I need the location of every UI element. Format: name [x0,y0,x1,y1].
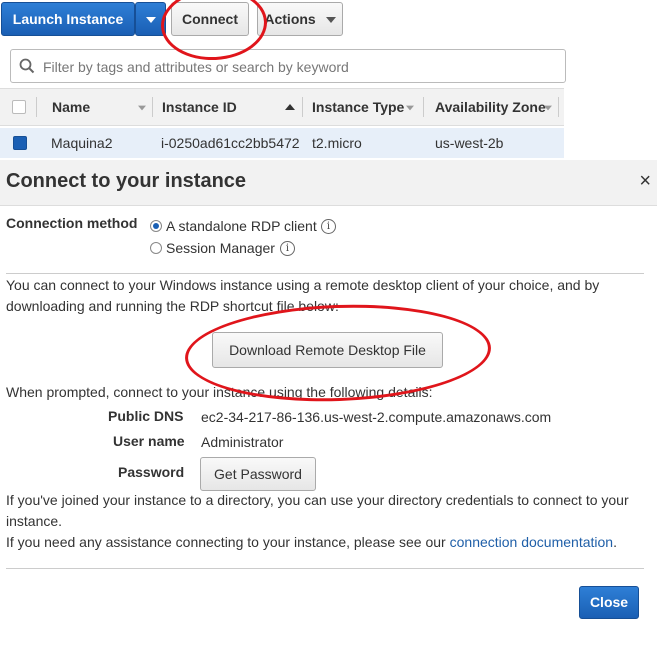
sort-icon[interactable] [544,105,552,111]
column-header-instance-id-label: Instance ID [162,99,237,115]
search-icon [19,58,35,74]
search-box[interactable] [10,49,566,83]
row-checkbox[interactable] [13,136,27,150]
column-header-availability-zone[interactable]: Availability Zone [435,89,546,125]
public-dns-value: ec2-34-217-86-136.us-west-2.compute.amaz… [201,409,552,425]
column-header-name[interactable]: Name [52,89,90,125]
chevron-down-icon [325,17,336,24]
sort-icon[interactable] [406,105,414,111]
info-icon[interactable]: i [321,219,336,234]
launch-instance-button[interactable]: Launch Instance [1,2,135,36]
cell-availability-zone: us-west-2b [435,135,504,151]
column-header-instance-type[interactable]: Instance Type [312,89,404,125]
column-divider [423,97,424,117]
column-divider [152,97,153,117]
close-button-label: Close [589,594,629,610]
sort-ascending-icon[interactable] [285,104,295,110]
column-header-availability-zone-label: Availability Zone [435,99,546,115]
modal-header: Connect to your instance × [0,160,657,206]
column-divider [36,97,37,117]
column-header-instance-id[interactable]: Instance ID [162,89,237,125]
close-button[interactable]: Close [579,586,639,619]
radio-session-manager[interactable] [150,242,162,254]
modal-title: Connect to your instance [6,170,247,192]
directory-text: If you've joined your instance to a dire… [6,492,629,529]
user-name-value: Administrator [201,434,284,450]
radio-rdp-client-label[interactable]: A standalone RDP client [166,216,317,237]
assist-text-end: . [613,534,617,550]
connection-documentation-link[interactable]: connection documentation [450,534,613,550]
launch-instance-label: Launch Instance [12,11,124,27]
info-icon[interactable]: i [280,241,295,256]
public-dns-label: Public DNS [108,408,184,424]
user-name-label: User name [113,433,185,449]
connect-modal: Connect to your instance × Connection me… [0,160,657,665]
actions-button[interactable]: Actions [257,2,343,36]
column-header-instance-type-label: Instance Type [312,99,405,115]
cell-instance-type: t2.micro [312,135,362,151]
chevron-down-icon [145,17,156,24]
divider [6,568,644,569]
assist-text: If you need any assistance connecting to… [6,534,446,550]
search-input[interactable] [41,56,565,78]
table-row[interactable]: Maquina2 i-0250ad61cc2bb5472 t2.micro us… [0,128,564,158]
select-all-checkbox[interactable] [12,100,26,114]
table-header: Name Instance ID Instance Type Availabil… [0,88,564,126]
cell-instance-id: i-0250ad61cc2bb5472 [161,135,300,151]
column-divider [302,97,303,117]
get-password-button[interactable]: Get Password [200,457,316,491]
top-toolbar: Launch Instance Connect Actions [0,0,657,40]
cell-name: Maquina2 [51,135,113,151]
get-password-label: Get Password [214,466,302,482]
divider [6,273,644,274]
close-icon[interactable]: × [639,170,651,193]
password-label: Password [118,464,185,480]
actions-label: Actions [264,11,316,27]
column-divider [558,97,559,117]
radio-session-manager-label[interactable]: Session Manager [166,238,275,259]
assist-text-line: If you need any assistance connecting to… [6,532,646,553]
sort-icon[interactable] [138,105,146,111]
radio-rdp-client[interactable] [150,220,162,232]
connection-method-label: Connection method [6,215,138,231]
column-header-name-label: Name [52,99,91,115]
